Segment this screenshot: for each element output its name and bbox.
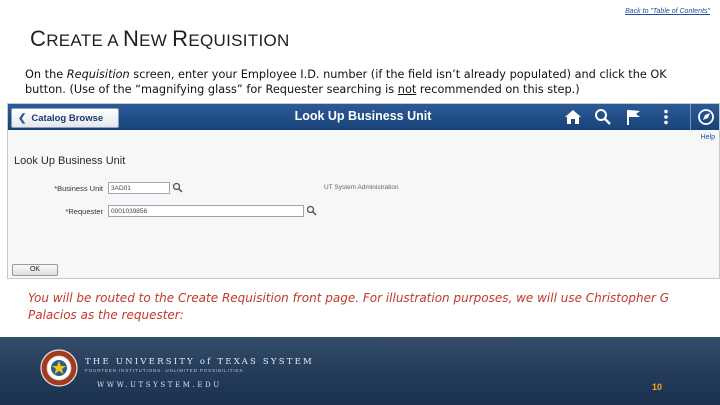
- home-icon[interactable]: [563, 108, 583, 126]
- routing-note: You will be routed to the Create Requisi…: [28, 291, 670, 322]
- instructions-text: On the Requisition screen, enter your Em…: [25, 68, 667, 96]
- business-unit-description: UT System Administration: [324, 184, 399, 191]
- navbar-icon[interactable]: [696, 108, 716, 126]
- catalog-browse-button[interactable]: ❮ Catalog Browse: [11, 108, 119, 128]
- screenshot-header-bar: ❮ Catalog Browse Look Up Business Unit: [8, 104, 719, 130]
- back-chevron-icon: ❮: [18, 112, 27, 124]
- search-icon[interactable]: [593, 108, 613, 126]
- ut-system-seal-icon: [40, 349, 78, 387]
- requester-label: *Requester: [65, 207, 103, 216]
- ok-button[interactable]: OK: [12, 264, 58, 276]
- menu-icon[interactable]: [656, 108, 676, 126]
- peoplesoft-screenshot: ❮ Catalog Browse Look Up Business Unit H…: [7, 103, 720, 279]
- business-unit-input[interactable]: 3AD01: [108, 182, 170, 194]
- lookup-page-title: Look Up Business Unit: [14, 155, 126, 167]
- screenshot-header-title: Look Up Business Unit: [294, 109, 432, 123]
- flag-icon[interactable]: [623, 108, 643, 126]
- page-number: 10: [652, 382, 663, 392]
- footer-banner: THE UNIVERSITY of TEXAS SYSTEM FOURTEEN …: [0, 337, 720, 405]
- university-name: THE UNIVERSITY of TEXAS SYSTEM: [85, 357, 314, 367]
- business-unit-label: *Business Unit: [54, 184, 103, 193]
- header-separator: [690, 104, 691, 130]
- page-title: Create a New Requisition: [30, 26, 290, 51]
- requester-lookup-icon[interactable]: [306, 205, 317, 216]
- help-link[interactable]: Help: [701, 134, 715, 141]
- university-tagline: FOURTEEN INSTITUTIONS. UNLIMITED POSSIBI…: [85, 368, 246, 373]
- website-text: WWW.UTSYSTEM.EDU: [97, 381, 222, 389]
- business-unit-lookup-icon[interactable]: [172, 182, 183, 193]
- back-to-toc-link[interactable]: Back to "Table of Contents": [625, 8, 710, 15]
- requester-input[interactable]: 0001039856: [108, 205, 304, 217]
